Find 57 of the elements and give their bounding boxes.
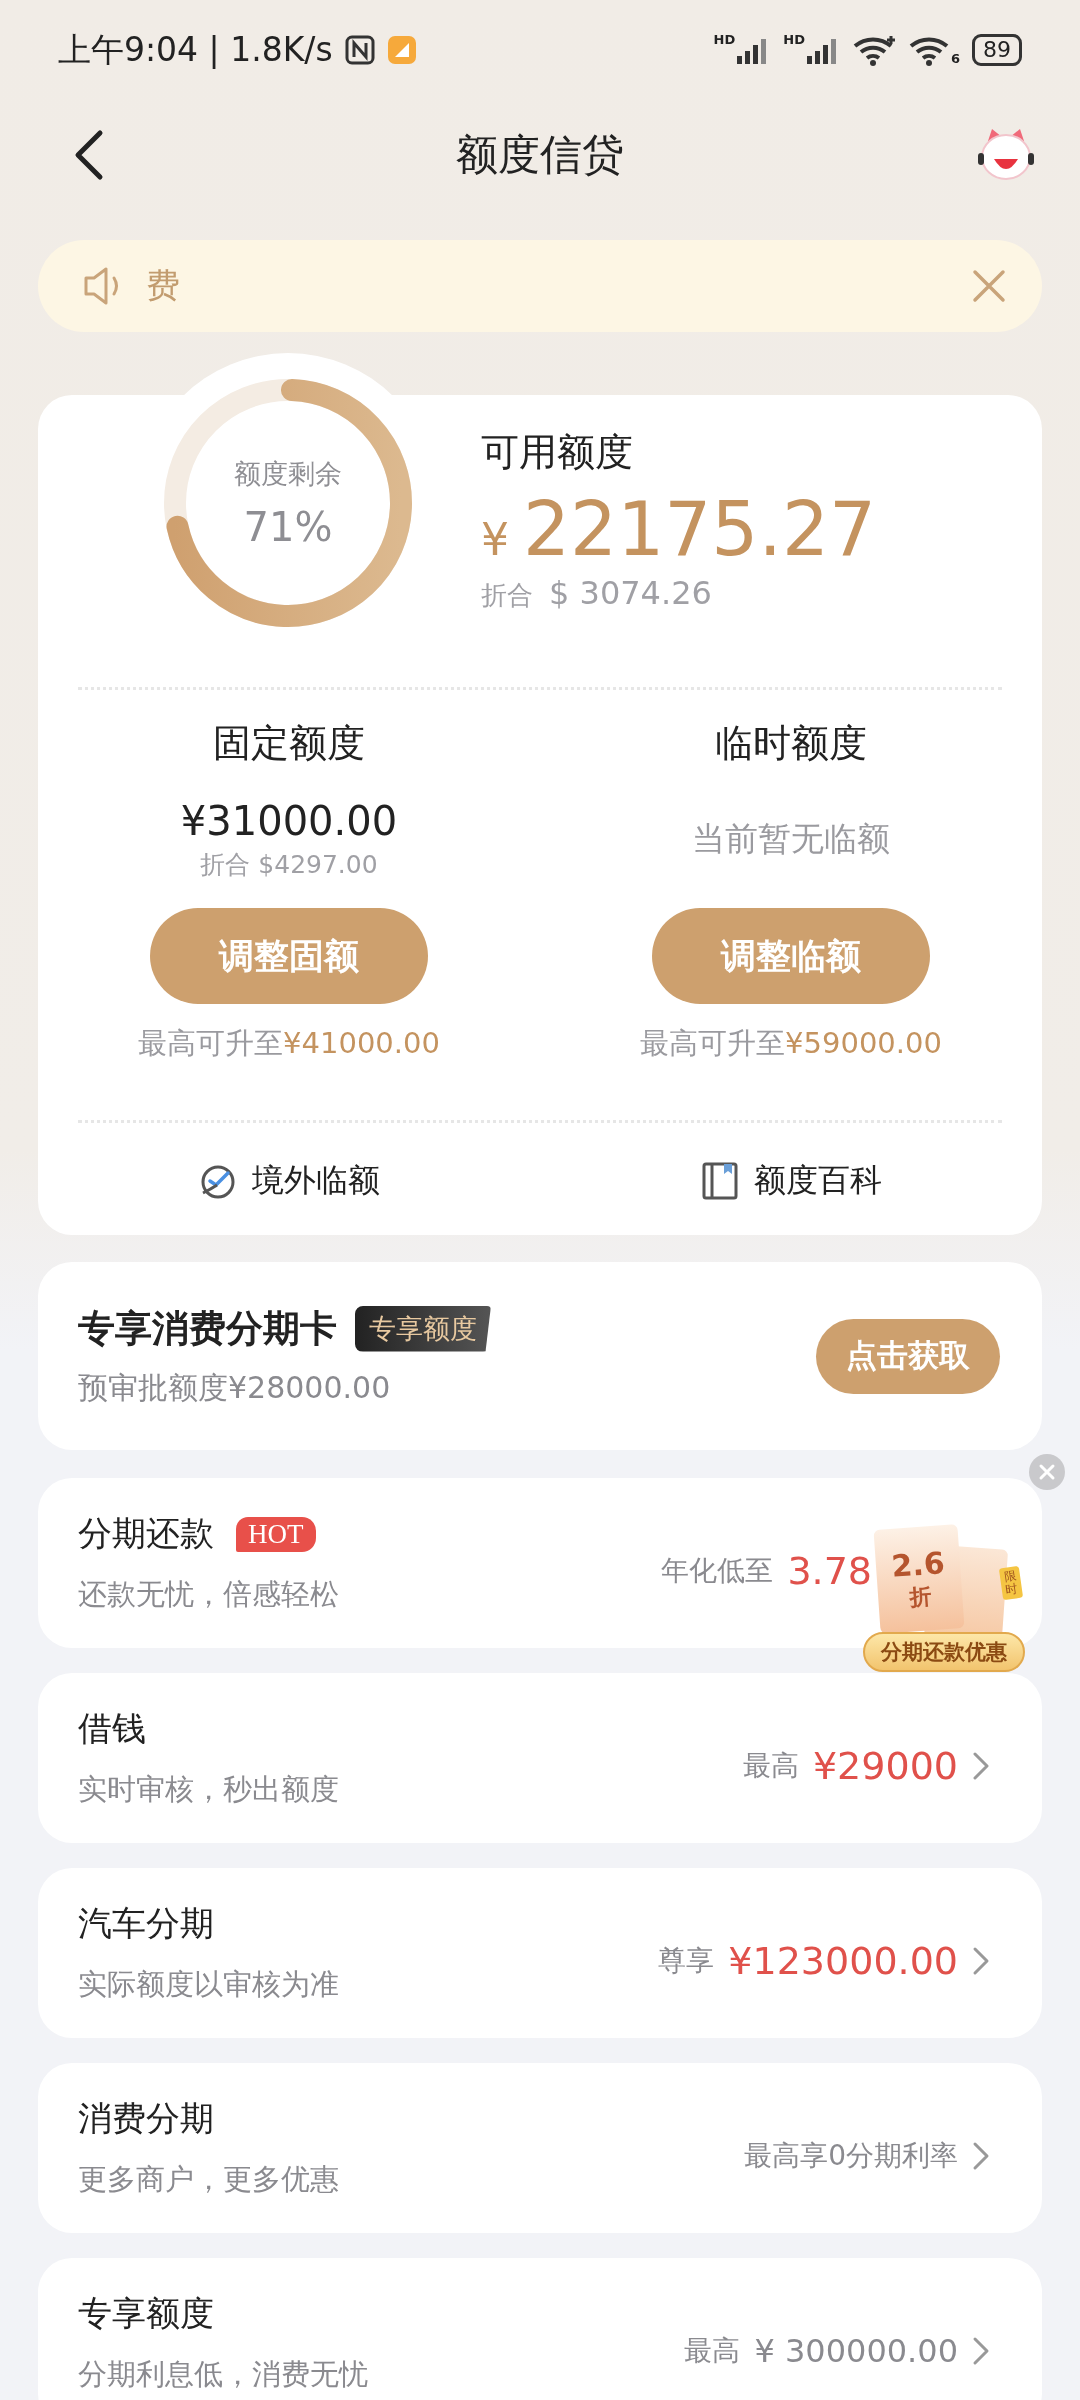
product-offer-value: ¥123000.00 <box>728 1939 958 1983</box>
nfc-icon <box>344 35 375 65</box>
app-icon <box>386 35 417 65</box>
quick-link[interactable]: 境外临额 <box>252 1158 380 1203</box>
product-card[interactable]: 借钱 实时审核，秒出额度 最高 ¥29000 <box>38 1673 1042 1843</box>
notice-text: 费 <box>146 264 181 307</box>
product-card[interactable]: 专享额度 分期利息低，消费无忧 最高 ¥ 300000.00 <box>38 2258 1042 2400</box>
product-title: 消费分期 <box>78 2097 214 2140</box>
product-title: 分期还款 <box>78 1512 214 1555</box>
product-subtitle: 还款无忧，倍感轻松 <box>78 1576 339 1613</box>
mascot-icon[interactable] <box>976 127 1036 183</box>
product-card[interactable]: 消费分期 更多商户，更多优惠 最高享0分期利率 <box>38 2063 1042 2233</box>
book-icon <box>700 1160 740 1201</box>
hot-badge: HOT <box>236 1516 316 1552</box>
page-title: 额度信贷 <box>456 129 624 181</box>
quota-title: 临时额度 <box>715 720 867 767</box>
promo-tag: 专享额度 <box>355 1305 491 1352</box>
wifi-icon <box>908 34 949 66</box>
quota-title: 固定额度 <box>213 720 365 767</box>
network-type-label: HD <box>783 32 805 47</box>
product-title: 汽车分期 <box>78 1902 214 1945</box>
product-subtitle: 实际额度以审核为准 <box>78 1966 339 2003</box>
wifi-label: 6 <box>950 51 960 66</box>
product-offer-label: 最高 <box>684 2333 741 2369</box>
quick-link[interactable]: 额度百科 <box>754 1158 882 1203</box>
converted-amount: $ 3074.26 <box>549 574 712 612</box>
product-offer-label: 年化低至 <box>661 1553 774 1589</box>
product-card[interactable]: 汽车分期 实际额度以审核为准 尊享 ¥123000.00 <box>38 1868 1042 2038</box>
converted-label: 折合 <box>481 579 533 612</box>
available-label: 可用额度 <box>481 429 634 476</box>
available-amount: 22175.27 <box>523 486 877 572</box>
product-subtitle: 更多商户，更多优惠 <box>78 2161 339 2198</box>
product-offer-label: 最高 <box>742 1748 799 1784</box>
promo-title: 专享消费分期卡 <box>78 1305 337 1352</box>
network-type-label: HD <box>713 32 736 47</box>
product-title: 借钱 <box>78 1707 146 1750</box>
product-subtitle: 实时审核，秒出额度 <box>78 1771 339 1808</box>
currency-sign: ¥ <box>481 514 509 565</box>
status-time: 上午9:04 | 1.8K/s <box>58 28 333 71</box>
product-title: 专享额度 <box>78 2292 214 2335</box>
product-offer-value: 3.78 <box>787 1549 872 1593</box>
max-limit-text: 最高可升至¥41000.00 <box>138 1025 440 1062</box>
promo-subtitle: 预审批额度¥28000.00 <box>78 1368 392 1407</box>
ring-percent: 71% <box>243 504 333 550</box>
wifi-icon <box>852 34 897 66</box>
max-limit-text: 最高可升至¥59000.00 <box>640 1025 942 1062</box>
product-subtitle: 分期利息低，消费无忧 <box>78 2356 368 2393</box>
product-offer-label: 尊享 <box>658 1943 715 1979</box>
battery-level: 89 <box>972 34 1022 66</box>
ring-label: 额度剩余 <box>234 457 342 491</box>
coupon-label[interactable]: 分期还款优惠 <box>863 1632 1025 1672</box>
quota-note: 当前暂无临额 <box>692 817 890 860</box>
converted-amount: 折合 $4297.00 <box>200 848 378 881</box>
product-offer-value: ¥29000 <box>812 1744 958 1788</box>
product-offer-label: 最高享0分期利率 <box>744 2138 958 2174</box>
product-offer-value: ¥ 300000.00 <box>754 2332 958 2370</box>
quota-amount: ¥31000.00 <box>180 797 398 844</box>
